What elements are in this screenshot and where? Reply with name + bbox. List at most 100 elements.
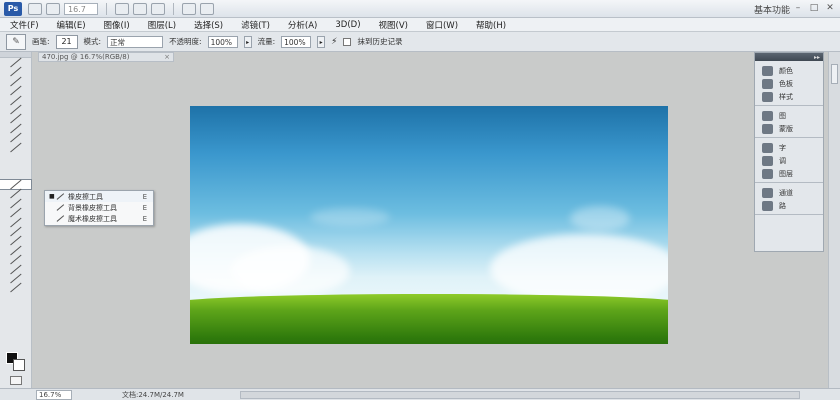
lasso-tool[interactable] — [0, 76, 31, 87]
flyout-item-label: 橡皮擦工具 — [68, 192, 103, 201]
eyedropper-tool[interactable] — [0, 104, 31, 115]
horizontal-scrollbar[interactable] — [240, 391, 800, 399]
flyout-item-magic-eraser[interactable]: 魔术橡皮擦工具 E — [45, 213, 153, 224]
eraser-tool[interactable] — [0, 179, 32, 191]
flyout-item-eraser[interactable]: ■ 橡皮擦工具 E — [45, 191, 153, 202]
document-size-info[interactable]: 文档:24.7M/24.7M — [122, 390, 184, 400]
panel-channels[interactable]: 通道 — [755, 186, 823, 199]
airbrush-icon[interactable]: ⚡ — [331, 37, 337, 47]
mode-label: 模式: — [83, 37, 102, 46]
panel-styles[interactable]: 样式 — [755, 90, 823, 103]
menu-help[interactable]: 帮助(H) — [476, 19, 506, 31]
minimize-icon[interactable]: – — [792, 2, 804, 14]
arrange-documents-button[interactable] — [182, 2, 196, 15]
zoom-tool[interactable] — [0, 283, 31, 294]
marquee-tool[interactable] — [0, 67, 31, 78]
panel-label: 调 — [779, 156, 786, 165]
mode-select[interactable]: 正常 — [107, 35, 164, 48]
quick-mask-button[interactable] — [10, 376, 22, 385]
zoom-level-dropdown[interactable]: 16.7 — [64, 2, 98, 15]
menu-view[interactable]: 视图(V) — [379, 19, 408, 31]
brush-label: 画笔: — [32, 37, 50, 46]
paths-panel-icon — [762, 200, 773, 211]
opacity-label: 不透明度: — [169, 37, 202, 46]
path-select-tool[interactable] — [0, 236, 31, 247]
clone-stamp-tool[interactable] — [0, 132, 31, 143]
quick-select-tool[interactable] — [0, 85, 31, 96]
menu-filter[interactable]: 滤镜(T) — [241, 19, 270, 31]
menu-select[interactable]: 选择(S) — [194, 19, 223, 31]
dodge-tool[interactable] — [0, 207, 31, 218]
flyout-item-shortcut: E — [142, 203, 147, 212]
spot-healing-tool[interactable] — [0, 114, 31, 125]
mini-bridge-button[interactable] — [46, 2, 60, 15]
document-tab[interactable]: 470.jpg @ 16.7%(RGB/8) × — [38, 52, 174, 62]
cloud — [490, 234, 668, 304]
menu-window[interactable]: 窗口(W) — [426, 19, 458, 31]
opacity-dropdown-icon[interactable]: ▸ — [243, 35, 252, 48]
panel-adjust[interactable]: 调 — [755, 154, 823, 167]
brush-tool[interactable] — [0, 123, 31, 134]
document-canvas[interactable] — [190, 106, 668, 344]
marquee-icon — [9, 67, 22, 78]
type-tool[interactable] — [0, 226, 31, 237]
pen-tool[interactable] — [0, 217, 31, 228]
flow-dropdown-icon[interactable]: ▸ — [317, 35, 326, 48]
menu-analysis[interactable]: 分析(A) — [288, 19, 317, 31]
menu-image[interactable]: 图像(I) — [104, 19, 130, 31]
panel-label: 蒙版 — [779, 124, 793, 133]
color-swatches — [6, 352, 26, 372]
zoom-tool-button[interactable] — [133, 2, 147, 15]
bridge-button[interactable] — [28, 2, 42, 15]
styles-panel-icon — [762, 91, 773, 102]
close-document-icon[interactable]: × — [164, 53, 170, 61]
collapse-icon[interactable]: ▸▸ — [814, 54, 820, 61]
background-color-swatch[interactable] — [13, 359, 25, 371]
color-panel-icon — [762, 65, 773, 76]
options-bar: ✎ 画笔: 21 模式: 正常 不透明度: 100% ▸ 流量: 100% ▸ … — [0, 32, 840, 52]
menu-bar: 文件(F) 编辑(E) 图像(I) 图层(L) 选择(S) 滤镜(T) 分析(A… — [0, 18, 840, 32]
move-tool[interactable] — [0, 57, 31, 68]
app-logo[interactable]: Ps — [4, 1, 22, 16]
3d-orbit-tool[interactable] — [0, 264, 31, 275]
hand-tool-button[interactable] — [115, 2, 129, 15]
panel-label: 字 — [779, 143, 786, 152]
panel-layers[interactable]: 图层 — [755, 167, 823, 180]
screen-mode-button[interactable] — [200, 2, 214, 15]
menu-3d[interactable]: 3D(D) — [335, 20, 360, 30]
tool-preset-picker[interactable]: ✎ — [6, 33, 26, 50]
status-zoom-field[interactable]: 16.7% — [36, 389, 72, 400]
menu-file[interactable]: 文件(F) — [10, 19, 39, 31]
shape-tool[interactable] — [0, 245, 31, 256]
3d-rotate-tool[interactable] — [0, 254, 31, 265]
blur-tool[interactable] — [0, 198, 31, 209]
panel-character[interactable]: 字 — [755, 141, 823, 154]
panel-dock: ▸▸ 颜色 色板 样式 图 蒙版 字 调 图层 通道 路 — [754, 52, 824, 252]
rotate-view-button[interactable] — [151, 2, 165, 15]
panel-paths[interactable]: 路 — [755, 199, 823, 212]
panel-group-layers: 字 调 图层 — [755, 138, 823, 183]
panel-swatches[interactable]: 色板 — [755, 77, 823, 90]
hand-tool[interactable] — [0, 273, 31, 284]
flyout-item-background-eraser[interactable]: 背景橡皮擦工具 E — [45, 202, 153, 213]
brush-picker[interactable]: 21 — [55, 34, 78, 49]
gradient-tool[interactable] — [0, 189, 31, 200]
panel-masks[interactable]: 蒙版 — [755, 122, 823, 135]
scrollbar-thumb[interactable] — [831, 64, 838, 84]
restore-icon[interactable]: □ — [808, 2, 820, 14]
opacity-field[interactable]: 100% — [207, 35, 238, 48]
crop-tool[interactable] — [0, 95, 31, 106]
document-tab-title: 470.jpg @ 16.7%(RGB/8) — [42, 53, 130, 61]
flow-field[interactable]: 100% — [281, 35, 312, 48]
menu-layer[interactable]: 图层(L) — [148, 19, 176, 31]
vertical-scrollbar[interactable] — [828, 52, 840, 388]
history-brush-tool[interactable] — [0, 142, 31, 153]
workspace-switcher[interactable]: 基本功能 — [754, 3, 790, 16]
panel-dock-header[interactable]: ▸▸ — [755, 53, 823, 61]
panel-color[interactable]: 颜色 — [755, 64, 823, 77]
menu-edit[interactable]: 编辑(E) — [57, 19, 86, 31]
erase-to-history-checkbox[interactable] — [343, 37, 352, 46]
panel-adjustments[interactable]: 图 — [755, 109, 823, 122]
spacer-tool — [0, 152, 31, 161]
close-icon[interactable]: ✕ — [824, 2, 836, 14]
